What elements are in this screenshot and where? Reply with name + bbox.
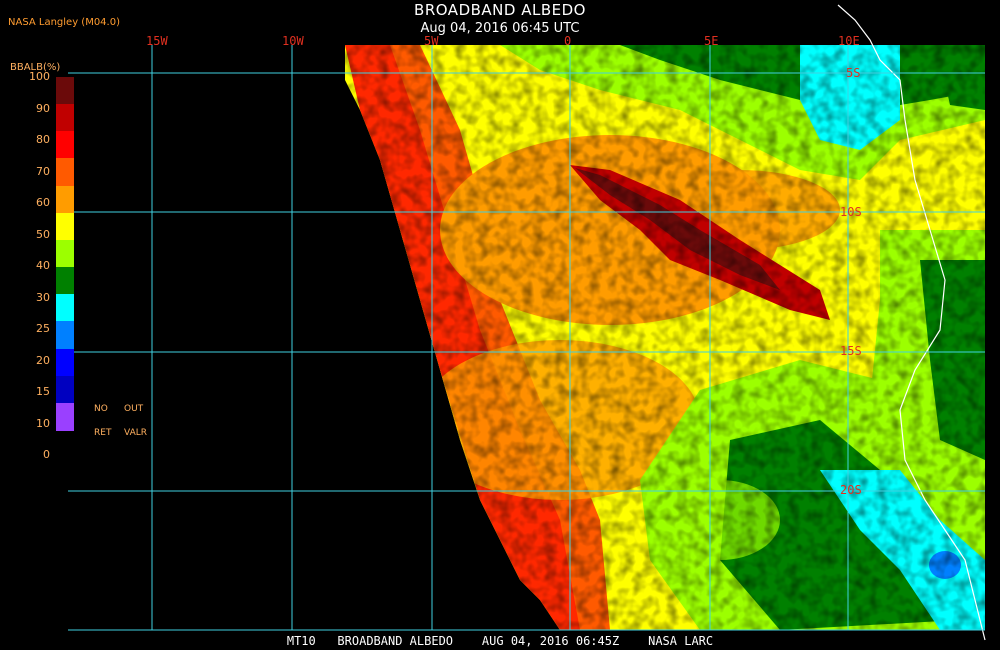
map-title: BROADBAND ALBEDO [414, 1, 586, 19]
no-ret-label: RET [94, 428, 112, 438]
legend-swatch [56, 321, 74, 350]
legend-tick: 50 [36, 228, 50, 241]
out-valr-label: VALR [124, 428, 148, 438]
legend-tick: 40 [36, 259, 50, 272]
data-source-label: NASA Langley (M04.0) [8, 17, 120, 28]
legend-tick: 90 [36, 102, 50, 115]
legend-tick: 100 [29, 70, 50, 83]
legend-tick: 10 [36, 417, 50, 430]
out-valr-label: OUT [124, 404, 144, 414]
legend-tick: 60 [36, 196, 50, 209]
legend-swatch [56, 77, 74, 105]
longitude-label: 15W [146, 34, 168, 48]
legend-swatch [56, 294, 74, 323]
footer-caption: MT10 BROADBAND ALBEDO AUG 04, 2016 06:45… [286, 634, 714, 648]
albedo-map [68, 4, 986, 641]
legend-swatch [56, 185, 74, 214]
legend-tick: 25 [36, 322, 50, 335]
legend-swatch [56, 267, 74, 296]
legend-swatch [56, 239, 74, 268]
legend-tick: 70 [36, 165, 50, 178]
legend-swatch [56, 104, 74, 133]
latitude-label: 20S [840, 483, 862, 497]
legend-tick: 0 [43, 448, 50, 461]
longitude-label: 5W [424, 34, 439, 48]
legend-swatch [56, 158, 74, 187]
legend-tick: 80 [36, 133, 50, 146]
longitude-label: 0 [564, 34, 572, 48]
legend-swatch [56, 402, 74, 431]
longitude-label: 10E [838, 34, 860, 48]
longitude-label: 5E [704, 34, 719, 48]
no-ret-label: NO [94, 404, 108, 414]
legend-tick: 15 [36, 385, 50, 398]
legend-swatch [56, 212, 74, 241]
legend-swatch [56, 348, 74, 377]
legend-swatch [56, 131, 74, 160]
legend-swatch [56, 375, 74, 404]
legend-tick: 30 [36, 291, 50, 304]
longitude-label: 10W [282, 34, 304, 48]
latitude-label: 10S [840, 205, 862, 219]
albedo-field [345, 45, 985, 630]
legend-tick: 20 [36, 354, 50, 367]
latitude-label: 5S [846, 66, 861, 80]
latitude-label: 15S [840, 344, 862, 358]
